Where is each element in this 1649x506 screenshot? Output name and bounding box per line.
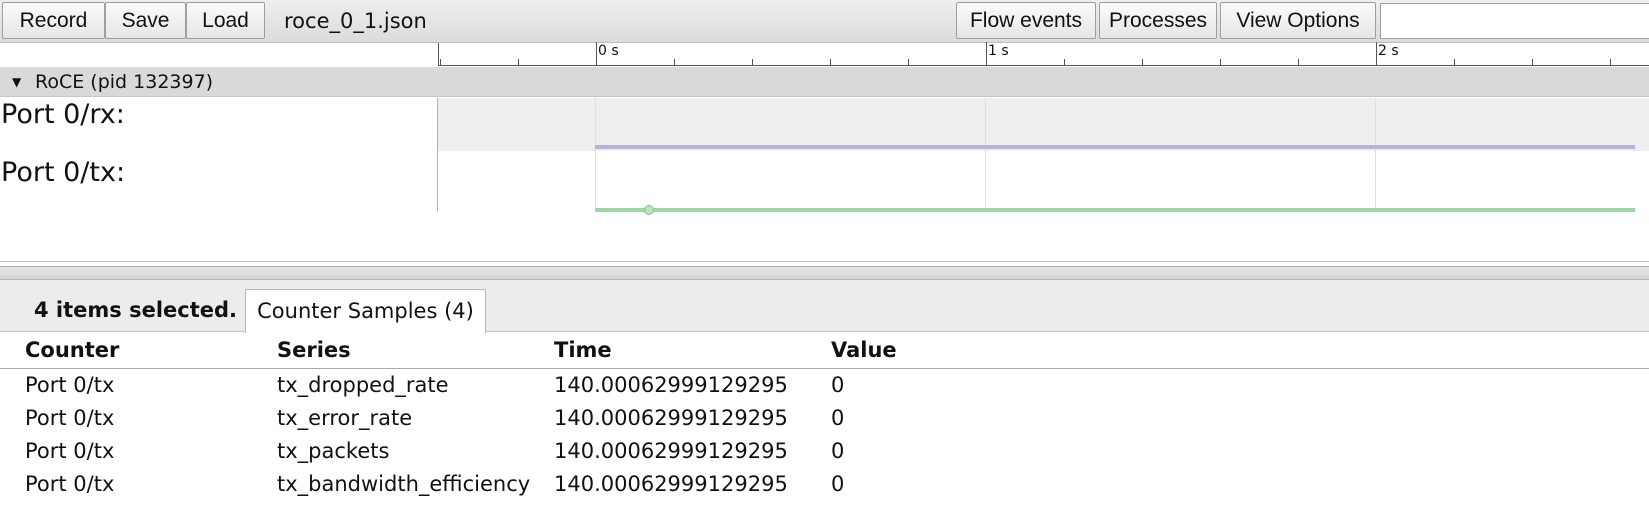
flow-events-button[interactable]: Flow events: [956, 2, 1096, 39]
ruler-minor-tick: [1532, 59, 1533, 65]
cell-counter: Port 0/tx: [25, 373, 115, 397]
ruler-label-2s: 2 s: [1378, 43, 1399, 59]
track-label-rx: Port 0/rx:: [0, 98, 438, 151]
timeline-view: 0 s 1 s 2 s ▼ RoCE (pid 132397) Port 0/r…: [0, 42, 1649, 266]
ruler-minor-tick: [1142, 59, 1143, 65]
track-port-rx[interactable]: Port 0/rx:: [0, 98, 1649, 151]
column-header-series[interactable]: Series: [277, 332, 554, 369]
toolbar: Record Save Load roce_0_1.json Flow even…: [0, 0, 1649, 43]
track-area-rx[interactable]: [438, 98, 1649, 151]
time-ruler[interactable]: 0 s 1 s 2 s: [438, 42, 1649, 66]
process-header[interactable]: ▼ RoCE (pid 132397): [0, 67, 1649, 97]
analysis-tabstrip: 4 items selected. Counter Samples (4): [0, 280, 1649, 333]
cell-series: tx_dropped_rate: [277, 373, 449, 397]
ruler-minor-tick: [752, 59, 753, 65]
cell-time: 140.00062999129295: [554, 439, 788, 463]
column-header-time[interactable]: Time: [554, 332, 831, 369]
cell-counter: Port 0/tx: [25, 439, 115, 463]
analysis-panel: 4 items selected. Counter Samples (4) Co…: [0, 280, 1649, 506]
cell-counter: Port 0/tx: [25, 406, 115, 430]
load-button[interactable]: Load: [186, 2, 265, 39]
cell-series: tx_packets: [277, 439, 390, 463]
cell-time: 140.00062999129295: [554, 472, 788, 496]
ruler-label-0s: 0 s: [598, 43, 619, 59]
counter-samples-table: Counter Series Time Value Port 0/tx tx_d…: [0, 332, 1649, 501]
cell-value: 0: [831, 439, 845, 463]
ruler-minor-tick: [674, 59, 675, 65]
cell-series: tx_error_rate: [277, 406, 413, 430]
column-header-counter[interactable]: Counter: [0, 332, 277, 369]
timeline-empty-area: [0, 218, 1649, 262]
cell-value: 0: [831, 373, 845, 397]
table-row[interactable]: Port 0/tx tx_dropped_rate 140.0006299912…: [0, 369, 1649, 403]
search-input[interactable]: [1380, 3, 1649, 39]
ruler-minor-tick: [440, 59, 441, 65]
track-label-tx: Port 0/tx:: [0, 151, 438, 211]
table-row[interactable]: Port 0/tx tx_bandwidth_efficiency 140.00…: [0, 468, 1649, 501]
ruler-label-1s: 1 s: [988, 43, 1009, 59]
ruler-major-tick: [986, 42, 987, 65]
tab-counter-samples[interactable]: Counter Samples (4): [245, 289, 486, 333]
ruler-minor-tick: [1454, 59, 1455, 65]
cell-value: 0: [831, 406, 845, 430]
save-button[interactable]: Save: [105, 2, 186, 39]
ruler-minor-tick: [1298, 59, 1299, 65]
panel-splitter[interactable]: [0, 266, 1649, 280]
table-row[interactable]: Port 0/tx tx_packets 140.00062999129295 …: [0, 435, 1649, 468]
tx-sample-marker[interactable]: [644, 205, 654, 215]
cell-time: 140.00062999129295: [554, 373, 788, 397]
ruler-minor-tick: [1064, 59, 1065, 65]
ruler-minor-tick: [1610, 59, 1611, 65]
view-options-button[interactable]: View Options: [1220, 2, 1376, 39]
tx-counter-series: [595, 208, 1635, 212]
table-row[interactable]: Port 0/tx tx_error_rate 140.000629991292…: [0, 402, 1649, 435]
cell-counter: Port 0/tx: [25, 472, 115, 496]
process-title: RoCE (pid 132397): [35, 71, 214, 93]
column-header-value[interactable]: Value: [831, 332, 1649, 369]
trace-filename: roce_0_1.json: [284, 9, 427, 33]
record-button[interactable]: Record: [2, 2, 105, 39]
ruler-minor-tick: [830, 59, 831, 65]
track-port-tx[interactable]: Port 0/tx:: [0, 151, 1649, 215]
ruler-major-tick: [1376, 42, 1377, 65]
selection-count: 4 items selected.: [34, 298, 238, 322]
expand-triangle-icon[interactable]: ▼: [12, 67, 21, 97]
cell-value: 0: [831, 472, 845, 496]
cell-time: 140.00062999129295: [554, 406, 788, 430]
processes-button[interactable]: Processes: [1099, 2, 1217, 39]
rx-counter-series: [595, 145, 1635, 149]
table-header-row: Counter Series Time Value: [0, 332, 1649, 369]
ruler-minor-tick: [908, 59, 909, 65]
ruler-minor-tick: [518, 59, 519, 65]
track-area-tx[interactable]: [438, 151, 1649, 215]
ruler-major-tick: [596, 42, 597, 65]
ruler-minor-tick: [1220, 59, 1221, 65]
cell-series: tx_bandwidth_efficiency: [277, 472, 531, 496]
